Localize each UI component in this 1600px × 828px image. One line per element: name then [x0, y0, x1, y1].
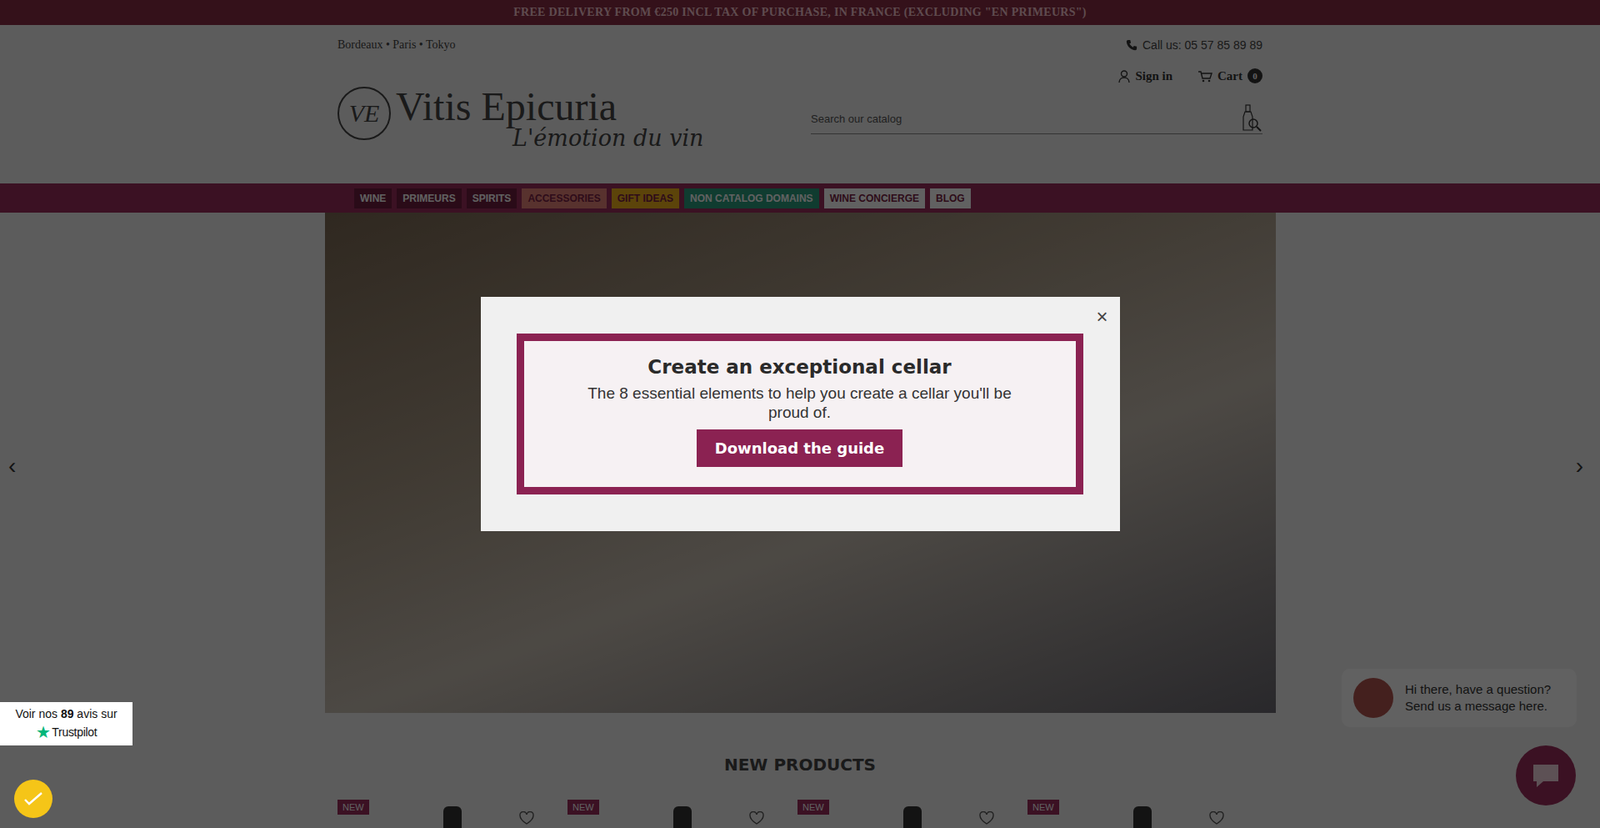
check-icon — [23, 790, 44, 807]
close-button[interactable]: × — [1095, 306, 1108, 327]
cookie-button[interactable] — [14, 779, 53, 818]
modal-title: Create an exceptional cellar — [647, 355, 951, 378]
trustpilot-brand: Trustpilot — [51, 725, 97, 739]
trustpilot-text: Voir nos 89 avis sur — [15, 706, 117, 720]
trustpilot-widget[interactable]: Voir nos 89 avis sur ★Trustpilot — [0, 701, 133, 745]
modal-text: The 8 essential elements to help you cre… — [575, 384, 1025, 423]
modal: × Create an exceptional cellar The 8 ess… — [480, 296, 1120, 531]
guide-frame: Create an exceptional cellar The 8 essen… — [516, 333, 1084, 495]
star-icon: ★ — [35, 723, 51, 740]
download-button[interactable]: Download the guide — [696, 429, 903, 467]
